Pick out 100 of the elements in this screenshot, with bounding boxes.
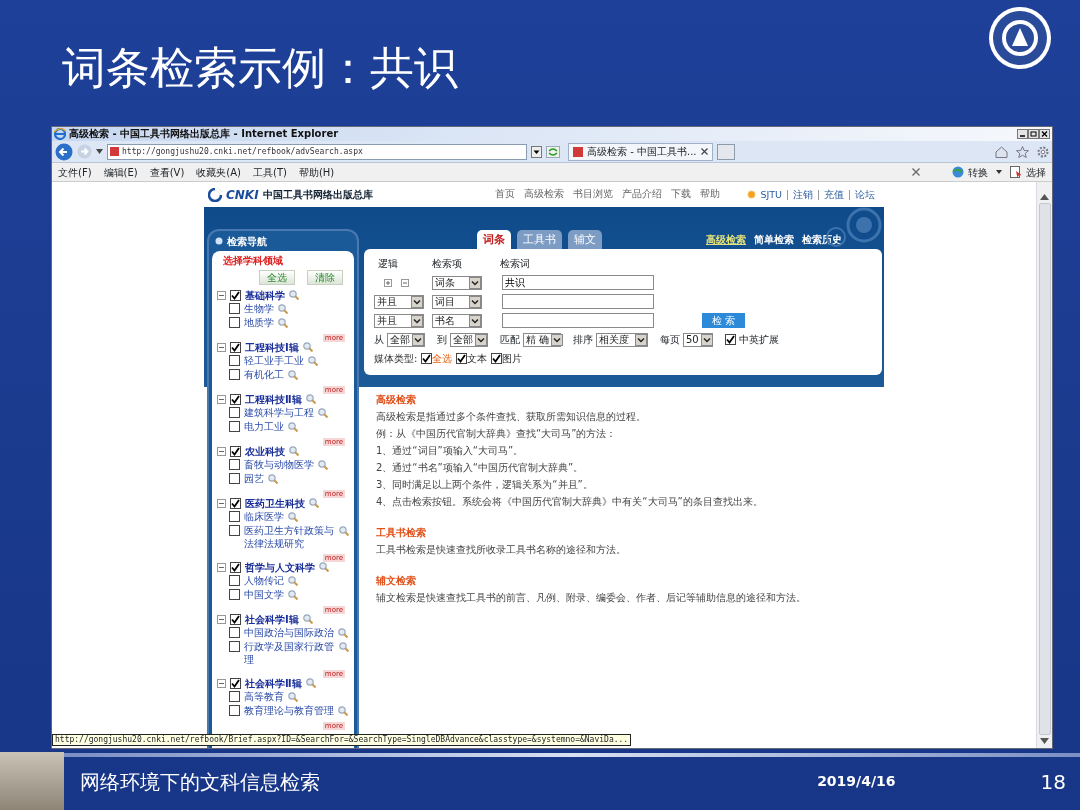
- checkbox[interactable]: [229, 473, 240, 484]
- search-button[interactable]: 检 索: [702, 313, 746, 328]
- select-dropdown[interactable]: 精 确: [523, 332, 561, 347]
- checkbox[interactable]: [229, 369, 240, 380]
- collapse-icon[interactable]: [217, 394, 226, 404]
- select-dropdown[interactable]: 相关度: [596, 332, 648, 347]
- checkbox[interactable]: [229, 705, 240, 716]
- nav-link[interactable]: 帮助: [700, 187, 721, 202]
- checkbox[interactable]: [230, 677, 241, 689]
- category-link[interactable]: 工程科技Ⅱ辑: [245, 392, 302, 406]
- subcategory-link[interactable]: 高等教育: [244, 690, 284, 703]
- collapse-icon[interactable]: [217, 290, 226, 300]
- checkbox[interactable]: [491, 353, 503, 364]
- menu-item[interactable]: 工具(T): [253, 164, 287, 180]
- subcategory-link[interactable]: 轻工业手工业: [244, 354, 304, 367]
- select-dropdown[interactable]: 书名: [432, 314, 482, 328]
- checkbox[interactable]: [230, 497, 241, 509]
- checkbox[interactable]: [456, 353, 468, 364]
- checkbox[interactable]: [230, 445, 241, 457]
- minimize-icon[interactable]: [1017, 129, 1028, 139]
- checkbox[interactable]: [229, 459, 240, 470]
- add-row-icon[interactable]: [384, 278, 392, 287]
- category-link[interactable]: 哲学与人文科学: [245, 560, 315, 574]
- small-button[interactable]: 清除: [307, 270, 343, 285]
- checkbox[interactable]: [421, 353, 433, 364]
- nav-link[interactable]: 首页: [495, 187, 516, 202]
- checkbox[interactable]: [230, 393, 241, 405]
- scrollbar[interactable]: [1036, 182, 1052, 748]
- close-icon[interactable]: [1039, 129, 1050, 139]
- user-link[interactable]: 注销: [787, 189, 818, 200]
- collapse-icon[interactable]: [217, 498, 226, 508]
- select-button[interactable]: 选择: [1010, 164, 1046, 180]
- back-icon[interactable]: [55, 142, 73, 161]
- subcategory-link[interactable]: 建筑科学与工程: [244, 406, 314, 419]
- collapse-icon[interactable]: [217, 678, 226, 688]
- select-dropdown[interactable]: 全部: [387, 332, 425, 347]
- close-icon[interactable]: [700, 148, 708, 155]
- home-icon[interactable]: [995, 145, 1008, 158]
- collapse-icon[interactable]: [217, 562, 226, 572]
- nav-link[interactable]: 书目浏览: [573, 187, 614, 202]
- checkbox[interactable]: [229, 691, 240, 702]
- search-term-field[interactable]: [502, 313, 654, 328]
- subcategory-link[interactable]: 临床医学: [244, 510, 284, 523]
- select-dropdown[interactable]: 并且: [374, 314, 424, 328]
- scroll-down-icon[interactable]: [1040, 738, 1049, 744]
- category-link[interactable]: 工程科技Ⅰ辑: [245, 340, 299, 354]
- checkbox[interactable]: [229, 355, 240, 366]
- subcategory-link[interactable]: 电力工业: [244, 420, 284, 433]
- checkbox[interactable]: [230, 289, 241, 301]
- subcategory-link[interactable]: 行政学及国家行政管理: [244, 640, 335, 666]
- username-link[interactable]: SJTU: [742, 189, 787, 200]
- nav-link[interactable]: 高级检索: [524, 187, 565, 202]
- subcategory-link[interactable]: 中国文学: [244, 588, 284, 601]
- subcategory-link[interactable]: 中国政治与国际政治: [244, 626, 334, 639]
- search-term-field[interactable]: [502, 294, 654, 309]
- convert-button[interactable]: 转换: [952, 164, 988, 180]
- search-term-field[interactable]: 共识: [502, 275, 654, 290]
- collapse-icon[interactable]: [217, 342, 226, 352]
- star-icon[interactable]: [1016, 145, 1029, 158]
- category-link[interactable]: 社会科学Ⅰ辑: [245, 612, 299, 626]
- checkbox[interactable]: [230, 561, 241, 573]
- checkbox[interactable]: [229, 511, 240, 522]
- checkbox[interactable]: [229, 575, 240, 586]
- checkbox[interactable]: [229, 303, 240, 314]
- menu-item[interactable]: 帮助(H): [298, 164, 335, 180]
- checkbox[interactable]: [229, 317, 240, 328]
- mode-link[interactable]: 简单检索: [754, 231, 794, 249]
- subcategory-link[interactable]: 畜牧与动物医学: [244, 458, 314, 471]
- subcategory-link[interactable]: 教育理论与教育管理: [244, 704, 334, 717]
- dropdown-icon[interactable]: [996, 170, 1002, 174]
- menu-item[interactable]: 编辑(E): [103, 164, 138, 180]
- user-link[interactable]: 充值: [818, 189, 849, 200]
- subcategory-link[interactable]: 地质学: [244, 316, 274, 329]
- checkbox[interactable]: [725, 334, 736, 345]
- menu-item[interactable]: 查看(V): [149, 164, 185, 180]
- subcategory-link[interactable]: 人物传记: [244, 574, 284, 587]
- address-dropdown-icon[interactable]: [531, 145, 542, 158]
- category-link[interactable]: 基础科学: [245, 288, 285, 302]
- dropdown-icon[interactable]: [96, 149, 103, 154]
- checkbox[interactable]: [229, 407, 240, 418]
- small-button[interactable]: 全选: [259, 270, 295, 285]
- nav-link[interactable]: 产品介绍: [622, 187, 663, 202]
- select-dropdown[interactable]: 全部: [450, 332, 488, 347]
- checkbox[interactable]: [230, 613, 241, 625]
- maximize-icon[interactable]: [1028, 129, 1039, 139]
- scroll-up-icon[interactable]: [1040, 194, 1049, 200]
- checkbox[interactable]: [229, 589, 240, 600]
- mode-link[interactable]: 高级检索: [706, 231, 746, 249]
- menu-item[interactable]: 收藏夹(A): [196, 164, 241, 180]
- collapse-icon[interactable]: [217, 446, 226, 456]
- category-link[interactable]: 社会科学Ⅱ辑: [245, 676, 302, 690]
- settings-icon[interactable]: [1037, 145, 1049, 158]
- nav-link[interactable]: 下载: [671, 187, 692, 202]
- select-dropdown[interactable]: 词目: [432, 295, 482, 309]
- checkbox[interactable]: [229, 641, 240, 652]
- checkbox[interactable]: [229, 421, 240, 432]
- tab[interactable]: 词条: [477, 230, 511, 249]
- remove-row-icon[interactable]: [401, 278, 409, 287]
- select-dropdown[interactable]: 词条: [432, 276, 482, 290]
- menu-item[interactable]: 文件(F): [58, 164, 92, 180]
